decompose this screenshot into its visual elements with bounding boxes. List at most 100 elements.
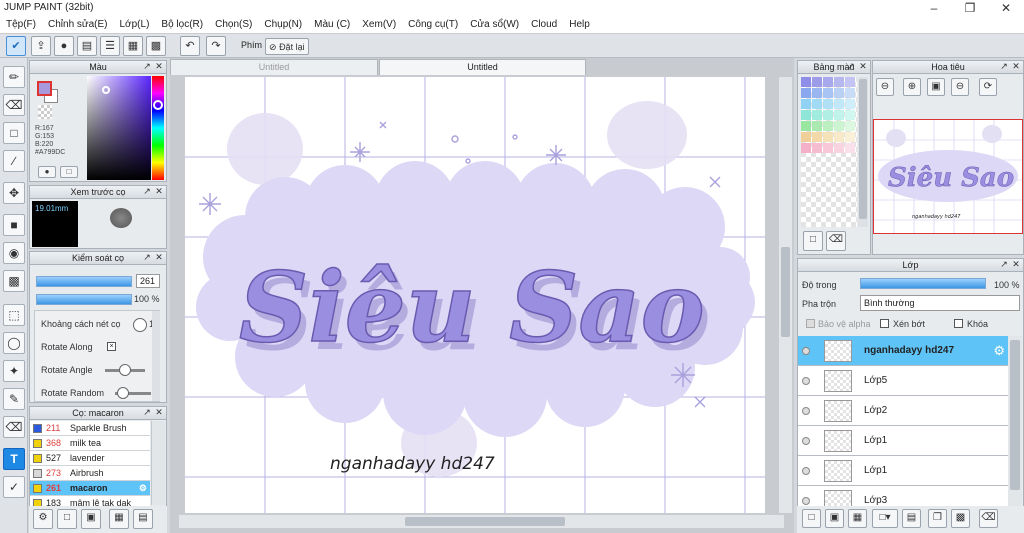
close-icon[interactable]: ✕ bbox=[858, 62, 868, 72]
brush-list-item[interactable]: 261 macaron ⚙ bbox=[30, 481, 150, 496]
palette-swatch[interactable] bbox=[834, 143, 844, 153]
copy-brush-icon[interactable]: ▣ bbox=[81, 509, 101, 529]
float-icon[interactable]: ↗ bbox=[142, 62, 152, 72]
palette-swatch[interactable] bbox=[845, 110, 855, 120]
tab-untitled-1[interactable]: Untitled bbox=[170, 59, 378, 75]
new-raster-layer-icon[interactable]: ▣ bbox=[825, 509, 844, 528]
lock-checkbox[interactable] bbox=[954, 319, 963, 328]
float-icon[interactable]: ↗ bbox=[142, 408, 152, 418]
lasso-tool-icon[interactable]: ◯ bbox=[3, 332, 25, 354]
close-icon[interactable]: ✕ bbox=[1011, 260, 1021, 270]
visibility-icon[interactable] bbox=[802, 497, 810, 505]
float-icon[interactable]: ↗ bbox=[999, 260, 1009, 270]
layer-row[interactable]: Lớp5 bbox=[798, 366, 1008, 396]
merge-layer-icon[interactable]: ▩ bbox=[951, 509, 970, 528]
layer-settings-icon[interactable]: ⚙ bbox=[993, 343, 1005, 359]
saturation-value-picker[interactable] bbox=[87, 76, 151, 180]
layer-scroll-thumb[interactable] bbox=[1010, 340, 1020, 490]
palette-swatch[interactable] bbox=[801, 121, 811, 131]
palette-swatch[interactable] bbox=[812, 99, 822, 109]
minimize-icon[interactable]: – bbox=[916, 0, 952, 17]
fit-screen-icon[interactable]: ▣ bbox=[927, 78, 945, 96]
blend-mode-select[interactable]: Bình thường bbox=[860, 295, 1020, 311]
duplicate-layer-icon[interactable]: ❐ bbox=[928, 509, 947, 528]
text-tool-icon[interactable]: T bbox=[3, 448, 25, 470]
layer-row[interactable]: Lớp1 bbox=[798, 456, 1008, 486]
palette-swatch[interactable] bbox=[834, 121, 844, 131]
menu-item-0[interactable]: Tệp(F) bbox=[0, 17, 42, 30]
zoom-out-icon[interactable]: ⊖ bbox=[876, 78, 894, 96]
brush-settings-icon[interactable]: ⚙ bbox=[33, 509, 53, 529]
palette-swatch[interactable] bbox=[823, 143, 833, 153]
rotate-random-handle[interactable] bbox=[117, 387, 129, 399]
canvas-vertical-scrollbar[interactable] bbox=[779, 77, 792, 513]
maximize-icon[interactable]: ❐ bbox=[952, 0, 988, 17]
bucket-tool-icon[interactable]: ◉ bbox=[3, 242, 25, 264]
palette-swatch[interactable] bbox=[812, 110, 822, 120]
canvas-horizontal-scrollbar[interactable] bbox=[179, 515, 784, 528]
clip-checkbox[interactable] bbox=[880, 319, 889, 328]
new-brush-icon[interactable]: □ bbox=[57, 509, 77, 529]
navigator-preview[interactable]: Siêu Sao nganhadayy hd247 bbox=[873, 119, 1023, 234]
palette-swatch[interactable] bbox=[812, 88, 822, 98]
undo-icon[interactable]: ↶ bbox=[180, 36, 200, 56]
close-icon[interactable]: ✕ bbox=[988, 0, 1024, 17]
comment-icon[interactable]: ▤ bbox=[77, 36, 97, 56]
palette-swatch[interactable] bbox=[801, 110, 811, 120]
folder-icon[interactable]: ▤ bbox=[133, 509, 153, 529]
visibility-icon[interactable] bbox=[802, 467, 810, 475]
brush-list-item[interactable]: 273 Airbrush bbox=[30, 466, 150, 481]
visibility-icon[interactable] bbox=[802, 377, 810, 385]
brush-file-icon[interactable]: ▦ bbox=[109, 509, 129, 529]
menu-item-2[interactable]: Lớp(L) bbox=[114, 17, 156, 30]
new-text-layer-icon[interactable]: ▦ bbox=[848, 509, 867, 528]
delete-layer-icon[interactable]: ⌫ bbox=[979, 509, 998, 528]
rotate-along-checkbox[interactable]: × bbox=[107, 342, 116, 351]
palette-swatch[interactable] bbox=[823, 77, 833, 87]
select-eraser-tool-icon[interactable]: ⌫ bbox=[3, 416, 25, 438]
palette-swatch[interactable] bbox=[834, 99, 844, 109]
move-tool-icon[interactable]: ✥ bbox=[3, 182, 25, 204]
vertical-scroll-thumb[interactable] bbox=[781, 247, 790, 337]
fill-rect-tool-icon[interactable]: ■ bbox=[3, 214, 25, 236]
palette-swatch[interactable] bbox=[812, 77, 822, 87]
zoom-actual-icon[interactable]: ⊖ bbox=[951, 78, 969, 96]
magic-wand-tool-icon[interactable]: ✦ bbox=[3, 360, 25, 382]
palette-scroll-thumb[interactable] bbox=[859, 79, 867, 219]
layer-row[interactable]: nganhadayy hd247 ⚙ bbox=[798, 336, 1008, 366]
close-icon[interactable]: ✕ bbox=[154, 408, 164, 418]
eyedropper-tool-icon[interactable]: ✓ bbox=[3, 476, 25, 498]
palette-swatch[interactable] bbox=[845, 121, 855, 131]
brush-tool-icon[interactable]: ✏ bbox=[3, 66, 25, 88]
document-icon[interactable]: ☰ bbox=[100, 36, 120, 56]
palette-swatch[interactable] bbox=[834, 77, 844, 87]
tab-untitled-2[interactable]: Untitled bbox=[379, 59, 586, 75]
spacing-slider-handle[interactable] bbox=[133, 318, 147, 332]
new-special-layer-icon[interactable]: □▾ bbox=[872, 509, 898, 528]
layer-row[interactable]: Lớp1 bbox=[798, 426, 1008, 456]
rotate-view-icon[interactable]: ⟳ bbox=[979, 78, 997, 96]
menu-item-5[interactable]: Chụp(N) bbox=[258, 17, 308, 30]
float-icon[interactable]: ↗ bbox=[142, 253, 152, 263]
palette-swatch[interactable] bbox=[812, 143, 822, 153]
brush-settings-scrollbar[interactable] bbox=[152, 311, 160, 401]
brush-size-slider[interactable] bbox=[36, 276, 132, 287]
new-layer-icon[interactable]: □ bbox=[802, 509, 821, 528]
palette-swatch[interactable] bbox=[801, 88, 811, 98]
palette-swatch[interactable] bbox=[845, 132, 855, 142]
rect-select-tool-icon[interactable]: ⬚ bbox=[3, 304, 25, 326]
close-icon[interactable]: ✕ bbox=[1011, 62, 1021, 72]
palette-swatch[interactable] bbox=[845, 143, 855, 153]
palette-swatch[interactable] bbox=[812, 121, 822, 131]
menu-item-10[interactable]: Cloud bbox=[525, 17, 563, 30]
palette-swatch[interactable] bbox=[834, 88, 844, 98]
reset-button[interactable]: ⊘ Đặt lại bbox=[265, 38, 309, 55]
visibility-icon[interactable] bbox=[802, 347, 810, 355]
palette-swatch[interactable] bbox=[801, 77, 811, 87]
color-mode-button[interactable]: ● bbox=[38, 166, 56, 178]
foreground-color-swatch[interactable] bbox=[37, 81, 52, 96]
layer-opacity-slider[interactable] bbox=[860, 278, 986, 289]
palette-swatch[interactable] bbox=[801, 99, 811, 109]
menu-item-9[interactable]: Cửa sổ(W) bbox=[464, 17, 525, 30]
redo-icon[interactable]: ↷ bbox=[206, 36, 226, 56]
